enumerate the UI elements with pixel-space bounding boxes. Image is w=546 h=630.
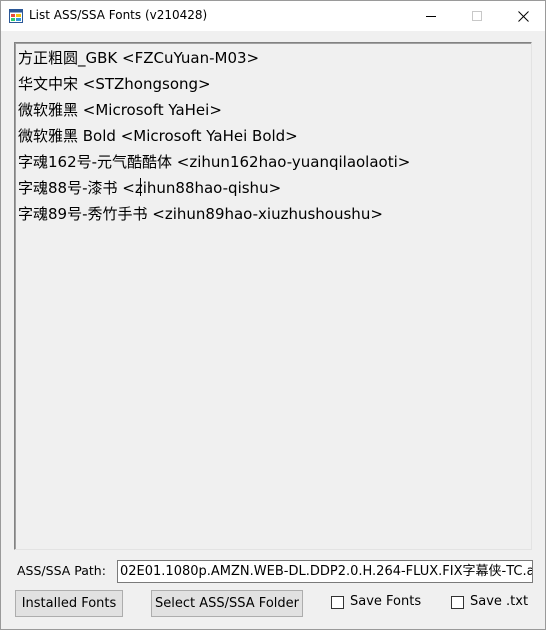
minimize-button[interactable] [408,1,454,31]
text-caret [140,178,141,196]
font-list-item[interactable]: 华文中宋 <STZhongsong> [18,71,531,97]
font-list-item[interactable]: 方正粗圆_GBK <FZCuYuan-M03> [18,45,531,71]
save-txt-checkbox[interactable] [451,596,464,609]
close-icon [517,10,529,22]
title-bar: List ASS/SSA Fonts (v210428) [1,1,545,31]
installed-fonts-button[interactable]: Installed Fonts [15,590,123,617]
font-list-item[interactable]: 字魂88号-漆书 <zihun88hao-qishu> [18,175,531,201]
font-list-item[interactable]: 字魂162号-元气酷酷体 <zihun162hao-yuanqilaolaoti… [18,149,531,175]
font-list-textbox[interactable]: 方正粗圆_GBK <FZCuYuan-M03> 华文中宋 <STZhongson… [14,42,532,550]
window-title: List ASS/SSA Fonts (v210428) [29,8,208,22]
path-label: ASS/SSA Path: [17,563,106,578]
save-fonts-label[interactable]: Save Fonts [350,594,421,609]
maximize-icon [472,11,482,21]
minimize-icon [426,15,436,17]
app-window-icon [9,9,23,23]
select-folder-button[interactable]: Select ASS/SSA Folder [151,590,303,617]
save-fonts-checkbox[interactable] [331,596,344,609]
maximize-button[interactable] [454,1,500,31]
path-input[interactable]: 02E01.1080p.AMZN.WEB-DL.DDP2.0.H.264-FLU… [117,560,533,583]
font-list-item[interactable]: 微软雅黑 <Microsoft YaHei> [18,97,531,123]
font-list-item[interactable]: 字魂89号-秀竹手书 <zihun89hao-xiuzhushoushu> [18,201,531,227]
close-button[interactable] [500,1,546,31]
main-window: List ASS/SSA Fonts (v210428) 方正粗圆_GBK <F… [0,0,546,630]
save-txt-label[interactable]: Save .txt [470,594,528,609]
font-list-item[interactable]: 微软雅黑 Bold <Microsoft YaHei Bold> [18,123,531,149]
